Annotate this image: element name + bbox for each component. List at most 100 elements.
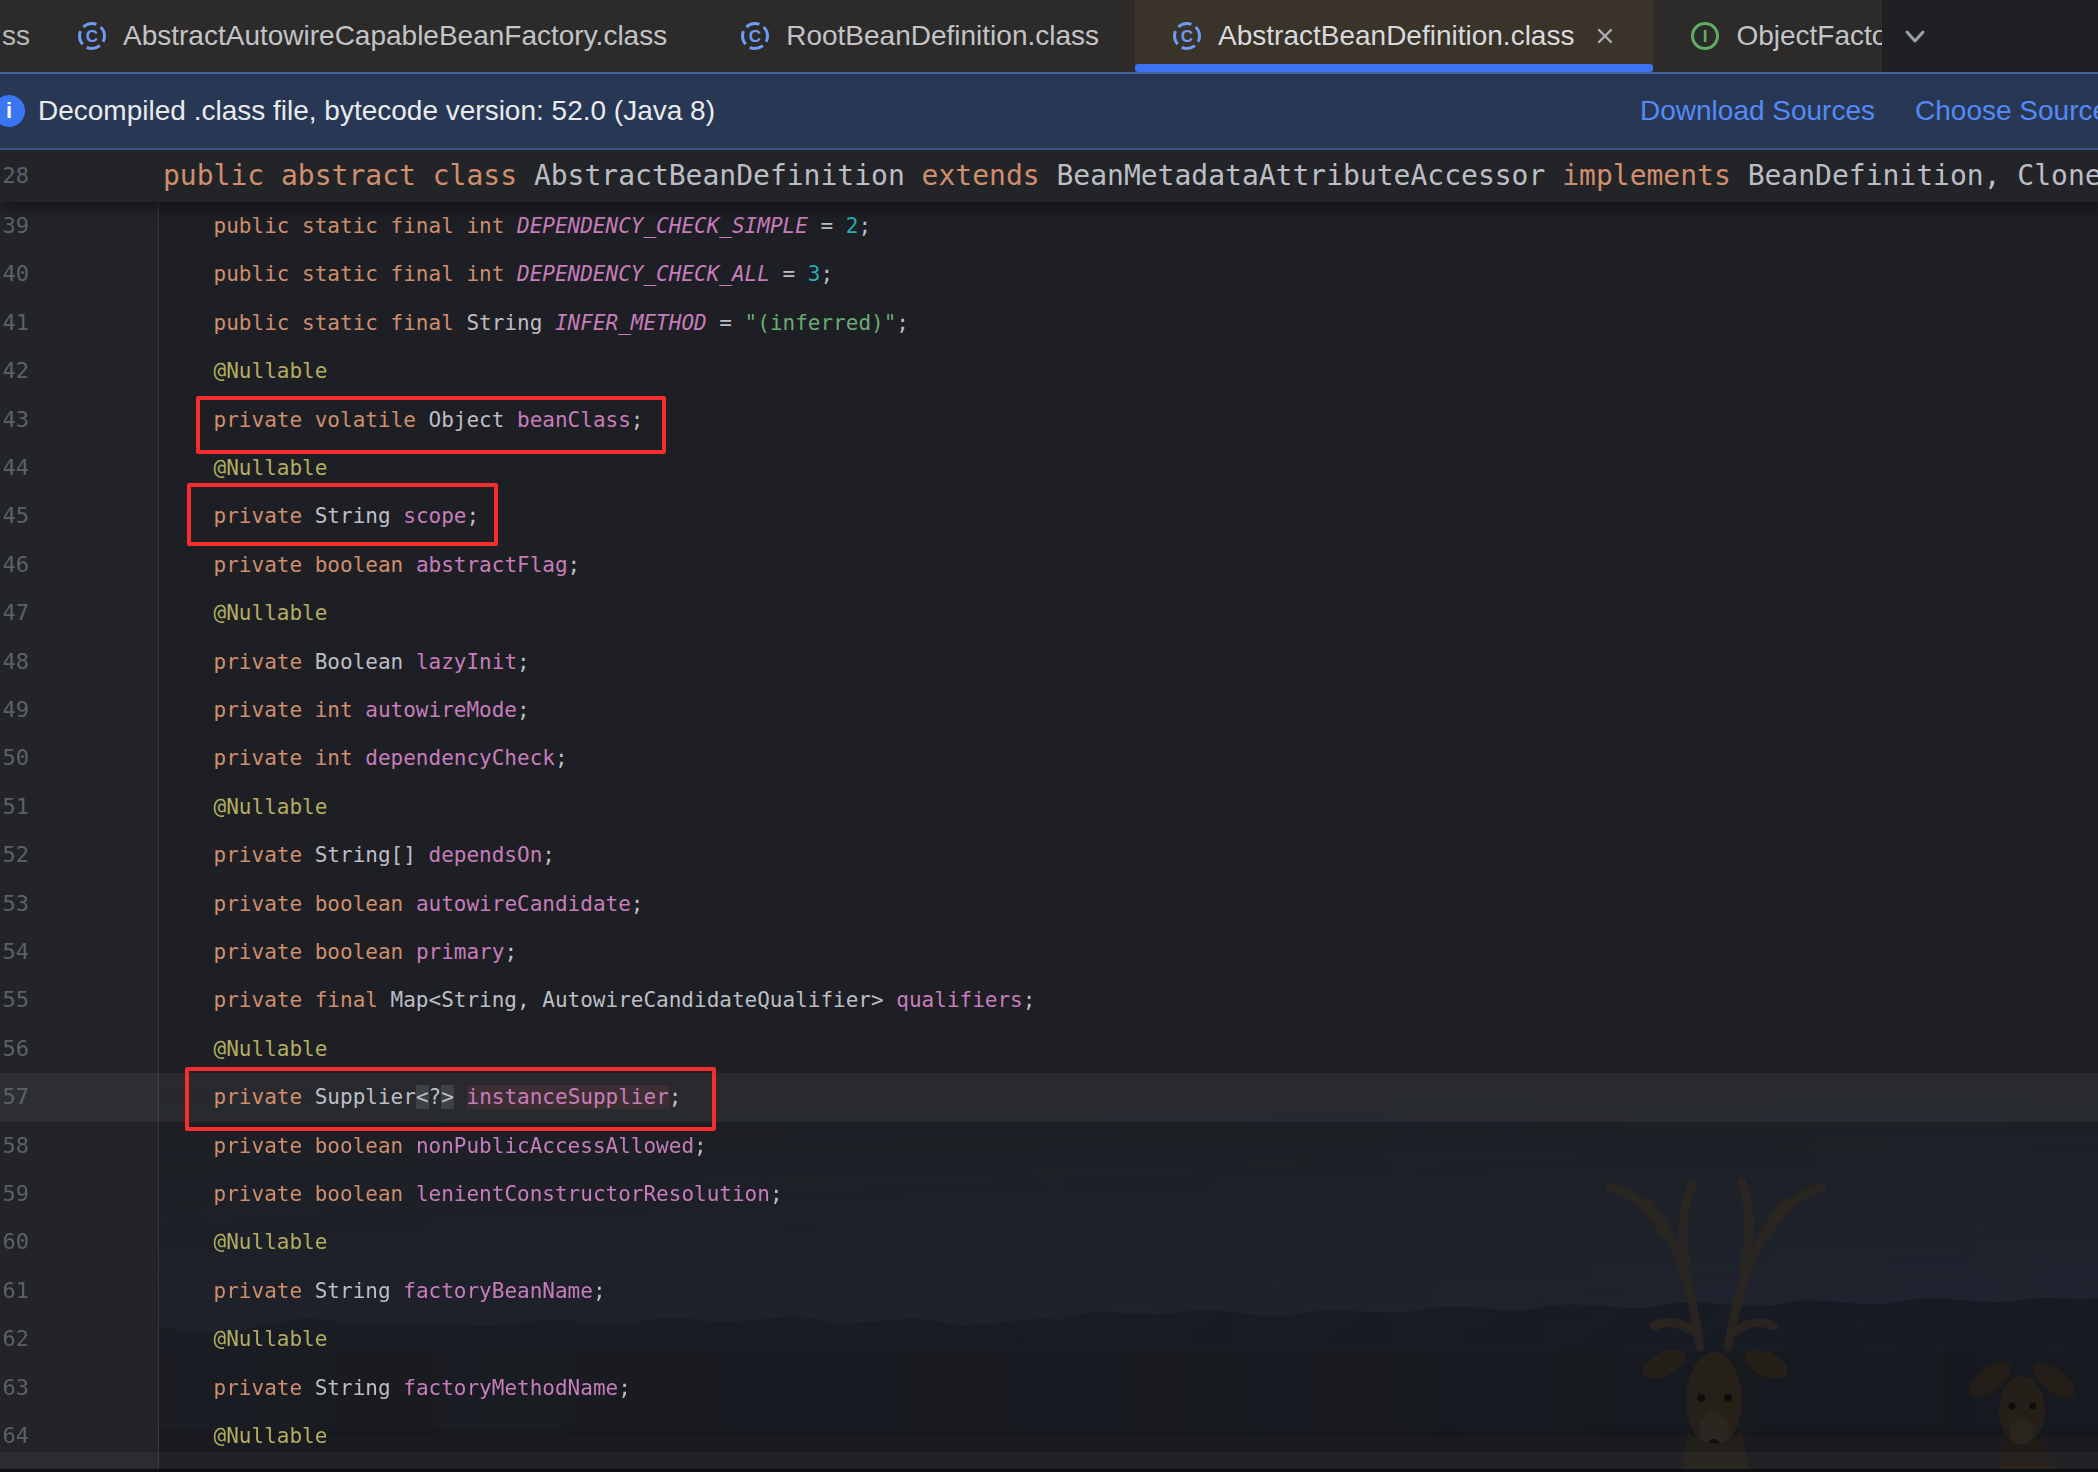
annotation-box-instancesupplier	[185, 1067, 716, 1131]
code-text: private int autowireMode;	[163, 686, 530, 734]
code-line-50[interactable]: 50 private int dependencyCheck;	[0, 734, 2098, 782]
code-text: @Nullable	[163, 1315, 327, 1363]
code-line-46[interactable]: 46 private boolean abstractFlag;	[0, 541, 2098, 589]
line-number[interactable]: 51	[0, 783, 29, 831]
code-token: String	[315, 1279, 404, 1303]
code-token: @Nullable	[163, 456, 327, 480]
code-token: ;	[896, 311, 909, 335]
tab-abstractbeandefinition-class[interactable]: CAbstractBeanDefinition.class	[1135, 0, 1653, 72]
line-number[interactable]: 47	[0, 589, 29, 637]
sticky-line[interactable]: 28 public abstract class AbstractBeanDef…	[0, 150, 2098, 202]
line-number[interactable]: 59	[0, 1170, 29, 1218]
code-line-60[interactable]: 60 @Nullable	[0, 1218, 2098, 1266]
code-token: 3	[808, 262, 821, 286]
code-token: dependencyCheck	[365, 746, 555, 770]
code-token: Map<String, AutowireCandidateQualifier>	[391, 988, 897, 1012]
line-number[interactable]: 49	[0, 686, 29, 734]
code-line-62[interactable]: 62 @Nullable	[0, 1315, 2098, 1363]
code-line-59[interactable]: 59 private boolean lenientConstructorRes…	[0, 1170, 2098, 1218]
code-token: =	[707, 311, 745, 335]
code-text: private boolean abstractFlag;	[163, 541, 580, 589]
code-token: ;	[694, 1134, 707, 1158]
tab-label: AbstractAutowireCapableBeanFactory.class	[123, 20, 667, 52]
download-sources-link[interactable]: Download Sources	[1640, 95, 1875, 127]
code-line-48[interactable]: 48 private Boolean lazyInit;	[0, 638, 2098, 686]
code-token: Boolean	[315, 650, 416, 674]
line-number[interactable]: 54	[0, 928, 29, 976]
code-line-42[interactable]: 42 @Nullable	[0, 347, 2098, 395]
svg-text:I: I	[1703, 27, 1708, 46]
code-line-61[interactable]: 61 private String factoryBeanName;	[0, 1267, 2098, 1315]
line-number[interactable]: 50	[0, 734, 29, 782]
line-number[interactable]: 45	[0, 492, 29, 540]
line-number[interactable]: 55	[0, 976, 29, 1024]
tab-overflow-left[interactable]: ss	[0, 0, 40, 72]
svg-text:C: C	[749, 27, 761, 46]
line-number[interactable]: 52	[0, 831, 29, 879]
tab-bar-end	[1882, 0, 2098, 72]
chevron-down-icon[interactable]	[1900, 21, 1930, 51]
line-number[interactable]: 44	[0, 444, 29, 492]
code-token: private boolean	[163, 553, 416, 577]
code-token: "(inferred)"	[745, 311, 897, 335]
code-line-39[interactable]: 39 public static final int DEPENDENCY_CH…	[0, 202, 2098, 250]
code-line-41[interactable]: 41 public static final String INFER_METH…	[0, 299, 2098, 347]
code-line-55[interactable]: 55 private final Map<String, AutowireCan…	[0, 976, 2098, 1024]
code-line-51[interactable]: 51 @Nullable	[0, 783, 2098, 831]
code-token: private boolean	[163, 940, 416, 964]
code-token: @Nullable	[163, 1037, 327, 1061]
line-number[interactable]: 56	[0, 1025, 29, 1073]
line-number[interactable]: 39	[0, 202, 29, 250]
code-line-63[interactable]: 63 private String factoryMethodName;	[0, 1364, 2098, 1412]
line-number[interactable]: 43	[0, 396, 29, 444]
code-token: public static final int	[163, 262, 517, 286]
code-line-49[interactable]: 49 private int autowireMode;	[0, 686, 2098, 734]
tab-rootbeandefinition-class[interactable]: CRootBeanDefinition.class	[703, 0, 1135, 72]
code-token: private	[163, 1376, 315, 1400]
code-text: @Nullable	[163, 1025, 327, 1073]
code-token: ;	[631, 892, 644, 916]
line-number[interactable]: 61	[0, 1267, 29, 1315]
class-icon: C	[1171, 20, 1203, 52]
code-text: @Nullable	[163, 589, 327, 637]
annotation-box-scope	[187, 483, 498, 546]
line-number[interactable]: 48	[0, 638, 29, 686]
code-line-56[interactable]: 56 @Nullable	[0, 1025, 2098, 1073]
code-text: private Boolean lazyInit;	[163, 638, 530, 686]
code-token: public static final int	[163, 214, 517, 238]
code-text: private boolean autowireCandidate;	[163, 880, 643, 928]
code-token: factoryBeanName	[403, 1279, 593, 1303]
line-number[interactable]: 40	[0, 250, 29, 298]
close-icon[interactable]	[1593, 24, 1617, 48]
code-line-52[interactable]: 52 private String[] dependsOn;	[0, 831, 2098, 879]
code-token: ;	[820, 262, 833, 286]
line-number[interactable]: 42	[0, 347, 29, 395]
svg-text:C: C	[1181, 27, 1193, 46]
code-token: lenientConstructorResolution	[416, 1182, 770, 1206]
editor[interactable]: 39 public static final int DEPENDENCY_CH…	[0, 150, 2098, 1472]
tab-abstractautowirecapablebeanfactory-class[interactable]: CAbstractAutowireCapableBeanFactory.clas…	[40, 0, 703, 72]
line-number[interactable]: 53	[0, 880, 29, 928]
code-line-40[interactable]: 40 public static final int DEPENDENCY_CH…	[0, 250, 2098, 298]
code-token: =	[808, 214, 846, 238]
code-line-47[interactable]: 47 @Nullable	[0, 589, 2098, 637]
line-number[interactable]: 63	[0, 1364, 29, 1412]
code-line-53[interactable]: 53 private boolean autowireCandidate;	[0, 880, 2098, 928]
code-text: private String[] dependsOn;	[163, 831, 555, 879]
code-line-54[interactable]: 54 private boolean primary;	[0, 928, 2098, 976]
code-token: private	[163, 1279, 315, 1303]
line-number[interactable]: 46	[0, 541, 29, 589]
editor-tab-bar: ss CAbstractAutowireCapableBeanFactory.c…	[0, 0, 2098, 72]
choose-sources-link[interactable]: Choose Sources	[1915, 95, 2098, 127]
line-number[interactable]: 41	[0, 299, 29, 347]
code-text: private String factoryMethodName;	[163, 1364, 631, 1412]
line-number[interactable]: 62	[0, 1315, 29, 1363]
code-token: abstractFlag	[416, 553, 568, 577]
line-number[interactable]: 60	[0, 1218, 29, 1266]
code-text: private boolean lenientConstructorResolu…	[163, 1170, 783, 1218]
code-token: autowireCandidate	[416, 892, 631, 916]
line-number[interactable]: 57	[0, 1073, 29, 1121]
code-token: autowireMode	[365, 698, 517, 722]
code-token: nonPublicAccessAllowed	[416, 1134, 694, 1158]
line-number[interactable]: 58	[0, 1122, 29, 1170]
